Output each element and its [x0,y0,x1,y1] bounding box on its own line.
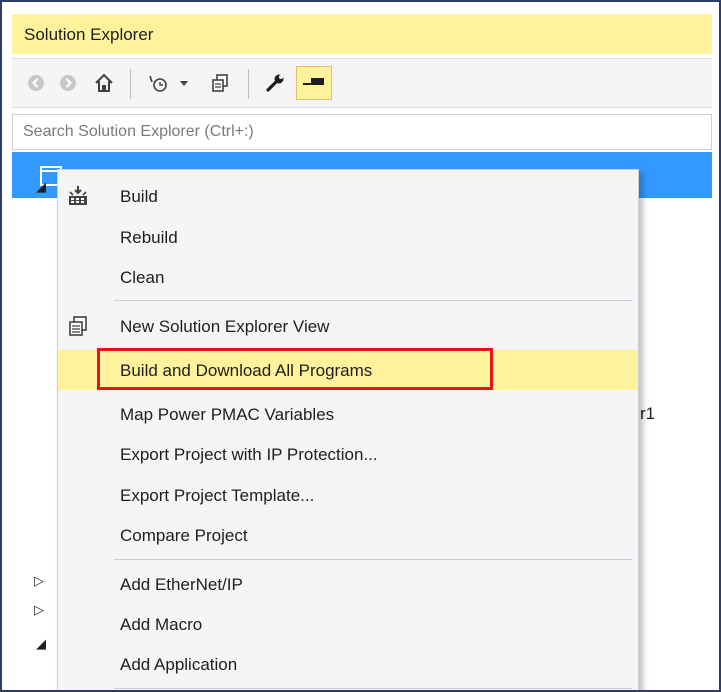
menu-item-label: Build [120,187,158,206]
back-icon [28,75,44,91]
menu-item-label: New Solution Explorer View [120,317,330,336]
back-button[interactable] [22,66,50,100]
menu-separator [114,300,632,301]
dropdown-arrow-icon [180,81,188,86]
menu-item-build[interactable]: Build [58,176,638,216]
new-view-button[interactable] [204,66,236,100]
menu-item-label: Map Power PMAC Variables [120,405,335,424]
menu-item-compare-project[interactable]: Compare Project [58,515,638,555]
window-title: Solution Explorer [24,25,154,44]
menu-item-label: Rebuild [120,228,178,247]
new-view-icon [69,316,87,336]
home-icon [95,73,113,92]
collapsed-arrow-icon[interactable]: ▷ [34,574,44,588]
collapsed-arrow-icon[interactable]: ▷ [34,603,44,617]
menu-separator [114,688,632,689]
menu-item-label: Add EtherNet/IP [120,575,243,594]
highlight-annotation-box [97,348,493,390]
expanded-arrow-icon[interactable]: ◢ [36,180,46,194]
menu-item-label: Compare Project [120,526,248,545]
menu-item-label: Clean [120,268,165,287]
solution-explorer-window: Solution Explorer Search Solution Explor… [0,0,721,692]
pin-icon [303,78,324,85]
toolbar [12,58,712,108]
menu-item-label: Export Project Template... [120,486,315,505]
toolbar-separator [248,69,249,99]
menu-item-map-power-pmac-variables[interactable]: Map Power PMAC Variables [58,394,638,434]
menu-item-label: Add Application [120,655,238,674]
tree-item-text-partial: r1 [640,404,656,423]
expanded-arrow-icon[interactable]: ◢ [36,637,46,651]
search-input[interactable] [13,115,711,149]
menu-item-add-macro[interactable]: Add Macro [58,604,638,644]
menu-item-add-application[interactable]: Add Application [58,644,638,684]
forward-icon [60,75,76,91]
pending-changes-dropdown[interactable] [176,66,192,100]
toolbar-separator [130,69,131,99]
pin-button[interactable] [296,66,332,100]
build-icon [69,186,87,205]
menu-item-clean[interactable]: Clean [58,257,638,297]
search-box[interactable] [12,114,712,150]
menu-item-export-project-template[interactable]: Export Project Template... [58,475,638,515]
pending-changes-button[interactable] [142,66,176,100]
title-bar: Solution Explorer [12,14,712,54]
context-menu: Build Rebuild Clean New Solution Explore… [57,169,639,690]
menu-item-add-ethernet-ip[interactable]: Add EtherNet/IP [58,564,638,604]
menu-separator [114,559,632,560]
forward-button[interactable] [54,66,82,100]
properties-button[interactable] [258,66,292,100]
menu-item-export-project-ip-protection[interactable]: Export Project with IP Protection... [58,434,638,474]
pending-changes-icon [149,75,167,92]
home-button[interactable] [88,66,120,100]
menu-item-new-solution-explorer-view[interactable]: New Solution Explorer View [58,306,638,346]
properties-wrench-icon [266,74,284,92]
menu-item-label: Add Macro [120,615,203,634]
menu-item-label: Export Project with IP Protection... [120,445,378,464]
menu-item-rebuild[interactable]: Rebuild [58,217,638,257]
new-view-icon [212,74,228,92]
